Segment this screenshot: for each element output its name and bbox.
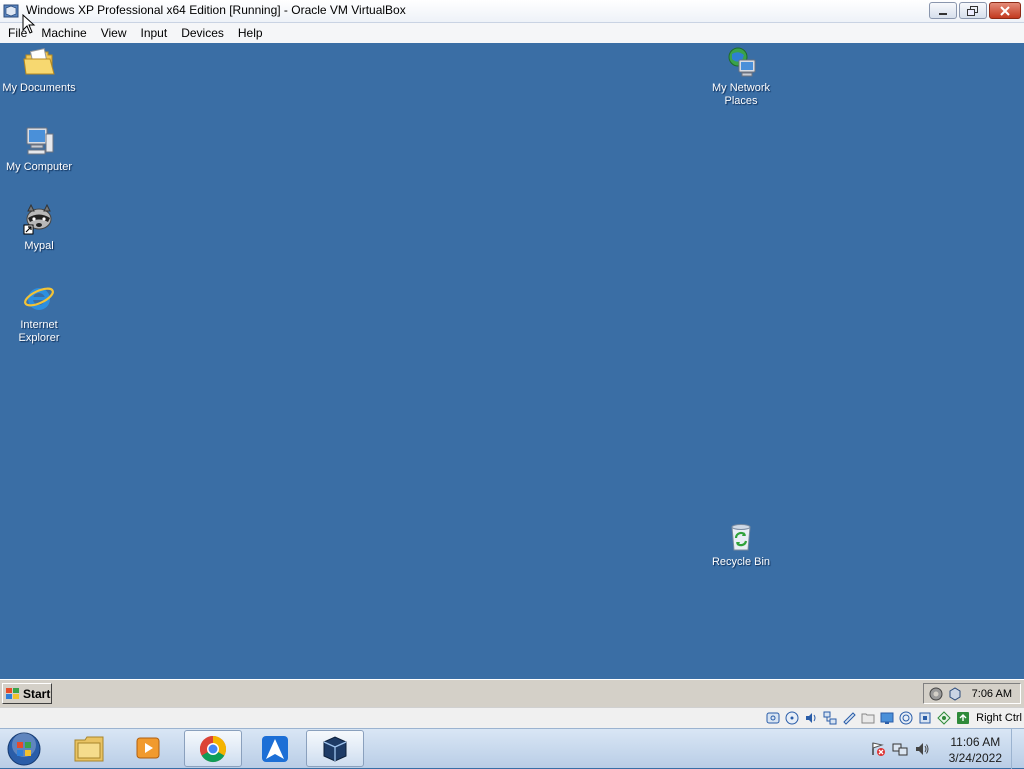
network-tray-icon[interactable] — [892, 741, 908, 757]
vbox-status-bar: Right Ctrl — [0, 707, 1024, 728]
windows-flag-icon — [6, 687, 19, 699]
minimize-button[interactable] — [929, 2, 957, 19]
host-key-label[interactable]: Right Ctrl — [976, 712, 1022, 724]
network-icon[interactable] — [822, 710, 838, 726]
guest-system-tray: 7:06 AM — [923, 683, 1021, 704]
video-capture-icon[interactable] — [898, 710, 914, 726]
desktop-icon-internet-explorer[interactable]: Internet Explorer — [0, 282, 78, 345]
show-desktop-button[interactable] — [1011, 729, 1024, 769]
arch-icon — [262, 735, 288, 762]
host-date: 3/24/2022 — [948, 751, 1002, 765]
menu-input[interactable]: Input — [134, 23, 175, 43]
desktop-icon-my-network-places[interactable]: My Network Places — [702, 45, 780, 108]
host-system-tray: 11:06 AM 3/24/2022 — [864, 729, 1024, 769]
restore-icon — [967, 5, 978, 16]
host-clock[interactable]: 11:06 AM 3/24/2022 — [949, 734, 1002, 766]
start-button[interactable]: Start — [2, 683, 52, 704]
keyboard-icon[interactable] — [955, 710, 971, 726]
desktop-icon-my-computer[interactable]: My Computer — [0, 124, 78, 174]
window-titlebar[interactable]: Windows XP Professional x64 Edition [Run… — [0, 0, 1024, 23]
menu-help[interactable]: Help — [231, 23, 270, 43]
desktop-icon-mypal[interactable]: Mypal — [0, 203, 78, 253]
vbox-additions-icon[interactable] — [928, 686, 944, 702]
mouse-integration-icon[interactable] — [936, 710, 952, 726]
menu-view[interactable]: View — [94, 23, 134, 43]
action-center-icon[interactable] — [870, 741, 886, 757]
guest-taskbar: Start 7:06 AM — [0, 679, 1024, 707]
audio-icon[interactable] — [803, 710, 819, 726]
usb-icon[interactable] — [841, 710, 857, 726]
desktop-icon-label: Recycle Bin — [711, 556, 771, 568]
desktop-icon-label: My Documents — [2, 82, 76, 94]
hard-disk-icon[interactable] — [765, 710, 781, 726]
cpu-icon[interactable] — [917, 710, 933, 726]
vbox-tray-icon[interactable] — [947, 686, 963, 702]
taskbar-arch[interactable] — [246, 730, 304, 767]
desktop-icon-recycle-bin[interactable]: Recycle Bin — [702, 519, 780, 569]
network-globe-icon — [724, 45, 758, 79]
volume-icon[interactable] — [914, 741, 930, 757]
start-label: Start — [23, 686, 51, 701]
virtualbox-app-icon — [3, 4, 19, 18]
display-icon[interactable] — [879, 710, 895, 726]
minimize-icon — [939, 12, 947, 15]
guest-clock[interactable]: 7:06 AM — [972, 688, 1020, 700]
taskbar-file-explorer[interactable] — [60, 730, 118, 767]
close-button[interactable] — [989, 2, 1021, 19]
mouse-cursor-icon — [22, 14, 36, 34]
taskbar-virtualbox[interactable] — [306, 730, 364, 767]
internet-explorer-icon — [22, 282, 56, 316]
virtualbox-icon — [323, 735, 347, 762]
guest-desktop[interactable]: My Documents My Computer Mypal Internet … — [0, 43, 1024, 679]
menu-machine[interactable]: Machine — [34, 23, 93, 43]
recycle-bin-icon — [724, 519, 758, 553]
taskbar-chrome[interactable] — [184, 730, 242, 767]
host-time: 11:06 AM — [950, 735, 1001, 749]
optical-drive-icon[interactable] — [784, 710, 800, 726]
host-taskbar: 11:06 AM 3/24/2022 — [0, 728, 1024, 769]
file-explorer-icon — [74, 736, 104, 761]
folder-documents-icon — [22, 45, 56, 79]
desktop-icon-label: Internet Explorer — [18, 319, 60, 344]
restore-button[interactable] — [959, 2, 987, 19]
desktop-icon-my-documents[interactable]: My Documents — [0, 45, 78, 95]
window-title: Windows XP Professional x64 Edition [Run… — [26, 3, 406, 17]
close-icon — [1000, 5, 1010, 16]
start-orb-icon[interactable] — [6, 731, 42, 767]
desktop-icon-label: My Computer — [5, 161, 73, 173]
media-player-icon — [136, 737, 160, 758]
desktop-icon-label: My Network Places — [711, 82, 771, 107]
menu-devices[interactable]: Devices — [174, 23, 231, 43]
menu-bar: File Machine View Input Devices Help — [0, 23, 1024, 43]
raccoon-icon — [22, 203, 56, 237]
shared-folders-icon[interactable] — [860, 710, 876, 726]
chrome-icon — [199, 735, 227, 762]
desktop-icon-label: Mypal — [24, 240, 54, 252]
computer-icon — [22, 124, 56, 158]
taskbar-media-player[interactable] — [120, 730, 178, 767]
